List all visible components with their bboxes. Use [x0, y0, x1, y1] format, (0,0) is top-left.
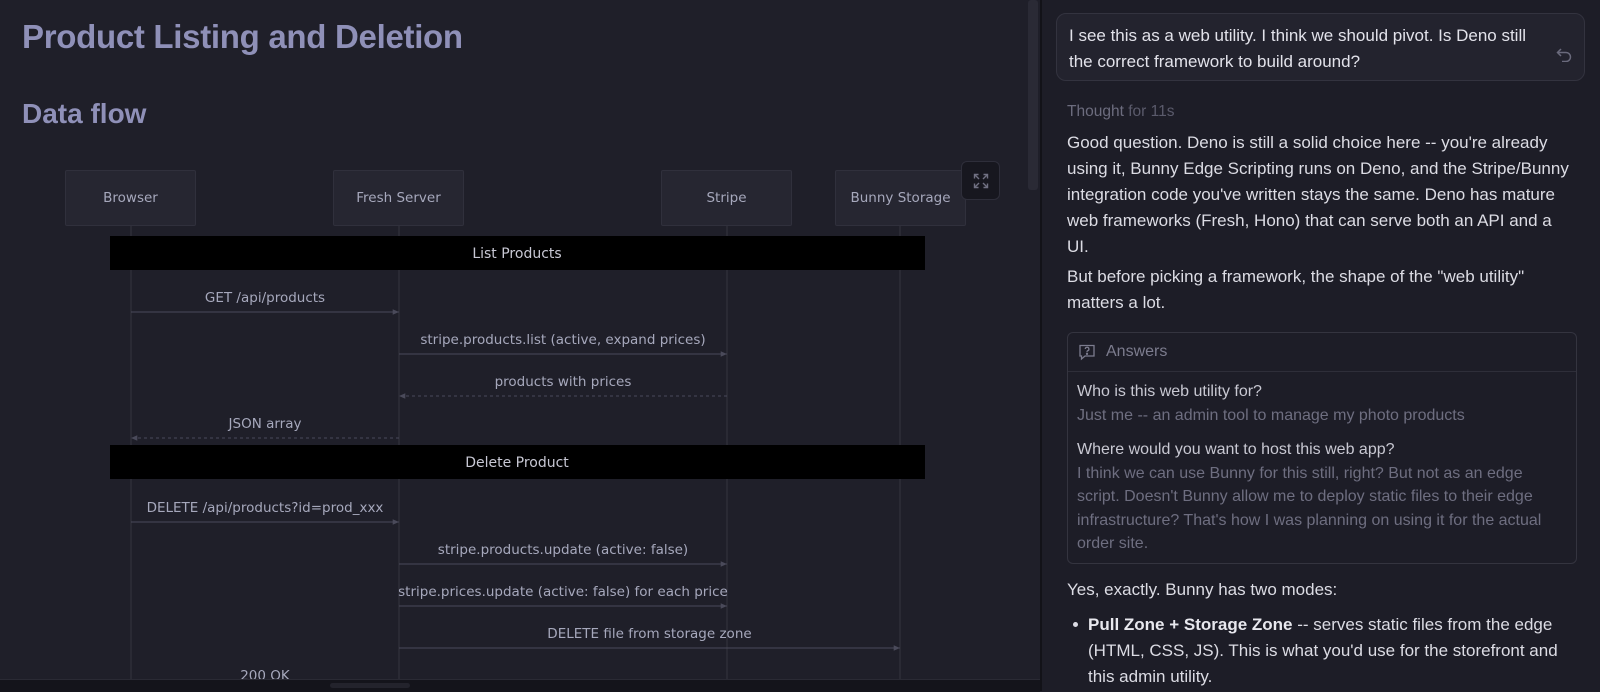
participant-fresh-server: Fresh Server: [333, 170, 464, 226]
participant-bunny-storage: Bunny Storage: [835, 170, 966, 226]
participant-stripe: Stripe: [661, 170, 792, 226]
message-label: 200 OK: [240, 668, 291, 679]
document-pane: Product Listing and Deletion Data flow L…: [0, 0, 1040, 679]
list-item: Pull Zone + Storage Zone -- serves stati…: [1067, 612, 1577, 690]
response-paragraph-2: But before picking a framework, the shap…: [1067, 267, 1525, 312]
message-label: DELETE file from storage zone: [547, 626, 751, 642]
horizontal-scrollbar[interactable]: [0, 679, 1040, 692]
vertical-scrollbar[interactable]: [1028, 0, 1038, 190]
answers-header: Answers: [1068, 333, 1576, 372]
message-label: stripe.products.list (active, expand pri…: [420, 332, 705, 348]
message-label: DELETE /api/products?id=prod_xxx: [147, 500, 384, 516]
answer-response: I think we can use Bunny for this still,…: [1077, 464, 1542, 553]
answers-card: Answers Who is this web utility for? Jus…: [1067, 332, 1577, 564]
message-label: GET /api/products: [205, 290, 325, 306]
response-paragraph-3: Yes, exactly. Bunny has two modes:: [1067, 580, 1338, 599]
group-label-delete-product: Delete Product: [465, 455, 569, 471]
user-message-text: I see this as a web utility. I think we …: [1069, 26, 1527, 71]
thought-duration: for 11s: [1128, 103, 1175, 120]
sequence-diagram: List Products Delete Product GET /api/prod…: [0, 150, 1040, 679]
sequence-diagram-lines: List Products Delete Product GET /api/prod…: [110, 226, 925, 679]
expand-diagram-button[interactable]: [961, 161, 1000, 200]
user-message: I see this as a web utility. I think we …: [1056, 13, 1585, 81]
message-label: stripe.products.update (active: false): [438, 542, 688, 558]
bunny-modes-list: Pull Zone + Storage Zone -- serves stati…: [1067, 612, 1577, 690]
undo-icon[interactable]: [1556, 44, 1572, 70]
list-item-bold: Pull Zone + Storage Zone: [1088, 615, 1293, 634]
message-label: JSON array: [228, 416, 302, 432]
message-label: products with prices: [495, 374, 632, 390]
thought-label: Thought: [1067, 103, 1124, 120]
thought-indicator[interactable]: Thought for 11s: [1067, 99, 1174, 125]
page-title: Product Listing and Deletion: [22, 18, 463, 55]
answer-item: Who is this web utility for? Just me -- …: [1077, 380, 1567, 427]
answer-response: Just me -- an admin tool to manage my ph…: [1077, 406, 1465, 424]
answer-item: Where would you want to host this web ap…: [1077, 438, 1567, 556]
section-heading: Data flow: [22, 98, 147, 129]
participant-browser: Browser: [65, 170, 196, 226]
answers-header-label: Answers: [1106, 343, 1168, 360]
group-label-list-products: List Products: [472, 246, 561, 262]
answer-question: Who is this web utility for?: [1077, 383, 1262, 400]
answer-question: Where would you want to host this web ap…: [1077, 441, 1395, 458]
message-label: stripe.prices.update (active: false) for…: [398, 584, 728, 600]
response-paragraph-1: Good question. Deno is still a solid cho…: [1067, 133, 1569, 256]
question-bubble-icon: [1079, 344, 1095, 361]
expand-icon: [973, 173, 988, 188]
chat-pane: I see this as a web utility. I think we …: [1042, 0, 1600, 691]
